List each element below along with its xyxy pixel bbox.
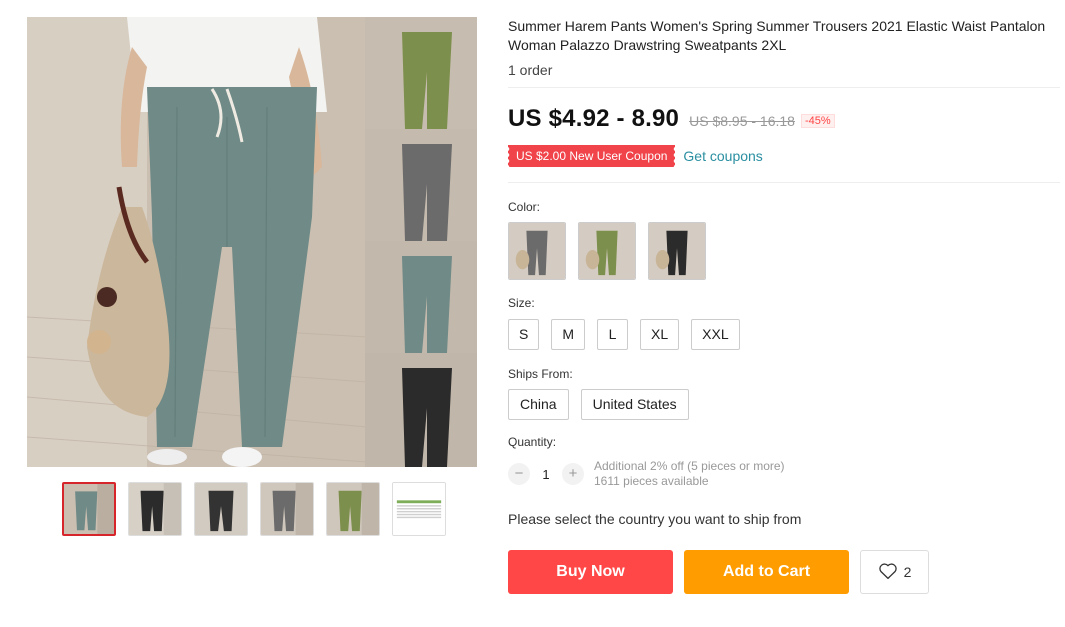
stock-available-text: 1611 pieces available xyxy=(594,474,709,488)
quantity-stepper: − 1 + Additional 2% off (5 pieces or mor… xyxy=(508,459,1060,489)
color-options xyxy=(508,222,1060,280)
heart-icon xyxy=(878,562,898,583)
divider xyxy=(508,87,1060,88)
original-price: US $8.95 - 16.18 xyxy=(689,113,795,129)
ships-from-united-states[interactable]: United States xyxy=(580,389,689,420)
buy-now-button[interactable]: Buy Now xyxy=(508,550,673,594)
size-option-xxl[interactable]: XXL xyxy=(691,319,740,350)
price: US $4.92 - 8.90 xyxy=(508,105,680,132)
color-option-black[interactable] xyxy=(648,222,706,280)
ships-from-label: Ships From: xyxy=(508,367,573,381)
quantity-input[interactable]: 1 xyxy=(530,467,562,482)
ship-country-notice: Please select the country you want to sh… xyxy=(508,511,802,527)
get-coupons-link[interactable]: Get coupons xyxy=(683,148,762,164)
size-options: S M L XL XXL xyxy=(508,319,1060,350)
color-label: Color: xyxy=(508,200,541,214)
discount-badge: -45% xyxy=(800,114,835,128)
bulk-discount-text: Additional 2% off (5 pieces or more) xyxy=(594,459,785,473)
ships-from-options: China United States xyxy=(508,389,1060,420)
size-label: Size: xyxy=(508,296,535,310)
size-option-l[interactable]: L xyxy=(597,319,629,350)
thumbnail-black[interactable] xyxy=(128,482,182,536)
thumbnail-size-chart[interactable] xyxy=(392,482,446,536)
coupon-row: US $2.00 New User Coupon Get coupons xyxy=(506,145,1060,167)
color-option-green[interactable] xyxy=(578,222,636,280)
size-option-s[interactable]: S xyxy=(508,319,540,350)
color-option-grey[interactable] xyxy=(508,222,566,280)
price-row: US $4.92 - 8.90 US $8.95 - 16.18 -45% xyxy=(508,105,1060,133)
wishlist-button[interactable]: 2 xyxy=(860,550,929,594)
thumbnail-strip xyxy=(62,482,446,536)
thumbnail-green[interactable] xyxy=(326,482,380,536)
product-title: Summer Harem Pants Women's Spring Summer… xyxy=(508,18,1046,53)
thumbnail-grey-teal[interactable] xyxy=(62,482,116,536)
main-product-image[interactable] xyxy=(27,17,477,467)
quantity-plus-button[interactable]: + xyxy=(562,463,584,485)
quantity-info: Additional 2% off (5 pieces or more) 161… xyxy=(594,459,785,489)
quantity-label: Quantity: xyxy=(508,435,557,449)
wishlist-count: 2 xyxy=(903,564,912,580)
size-option-m[interactable]: M xyxy=(551,319,586,350)
thumbnail-grey[interactable] xyxy=(260,482,314,536)
divider xyxy=(508,182,1060,183)
order-count: 1 order xyxy=(508,62,553,78)
ships-from-china[interactable]: China xyxy=(508,389,569,420)
product-info: Summer Harem Pants Women's Spring Summer… xyxy=(506,17,1060,594)
thumbnail-black-2[interactable] xyxy=(194,482,248,536)
action-buttons: Buy Now Add to Cart 2 xyxy=(508,550,1060,594)
add-to-cart-button[interactable]: Add to Cart xyxy=(684,550,849,594)
size-option-xl[interactable]: XL xyxy=(640,319,680,350)
new-user-coupon[interactable]: US $2.00 New User Coupon xyxy=(506,145,676,167)
quantity-minus-button[interactable]: − xyxy=(508,463,530,485)
